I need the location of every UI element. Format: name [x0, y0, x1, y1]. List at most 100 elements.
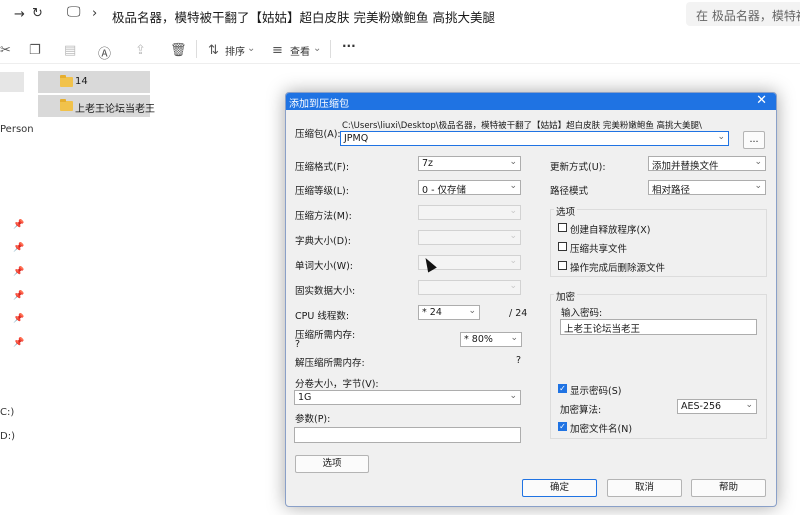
method-select[interactable]: ⌄: [418, 205, 521, 220]
volume-combo[interactable]: 1G ⌄: [294, 390, 521, 405]
chevron-down-icon: ⌄: [745, 400, 753, 410]
archive-name-combo[interactable]: JPMQ ⌄: [340, 131, 729, 146]
forward-arrow-icon[interactable]: →: [14, 8, 25, 21]
volume-label: 分卷大小，字节(V):: [295, 379, 379, 390]
copy-icon[interactable]: ❐: [29, 43, 41, 58]
sfx-checkbox[interactable]: [558, 223, 567, 232]
pin-icon: 📌: [13, 267, 25, 277]
ok-button[interactable]: 确定: [522, 479, 597, 497]
list-item[interactable]: 14: [38, 71, 150, 93]
chevron-down-icon: ⌄: [509, 256, 517, 266]
paste-icon[interactable]: ▤: [64, 43, 76, 58]
mem-label: 压缩所需内存:: [295, 330, 356, 341]
pin-icon: 📌: [13, 314, 25, 324]
solid-select[interactable]: ⌄: [418, 280, 521, 295]
dict-select[interactable]: ⌄: [418, 230, 521, 245]
password-input[interactable]: 上老王论坛当老王: [560, 319, 757, 335]
solid-label: 固实数据大小:: [295, 286, 356, 297]
chevron-down-icon: ⌄: [509, 206, 517, 216]
encryption-group-title: 加密: [554, 289, 578, 303]
format-value: 7z: [422, 158, 434, 169]
word-label: 单词大小(W):: [295, 261, 354, 272]
level-select[interactable]: 0 - 仅存储 ⌄: [418, 180, 521, 195]
chevron-down-icon: ⌄: [509, 181, 517, 191]
archive-directory: C:\Users\liuxi\Desktop\极品名器，模特被干翻了【姑姑】超白…: [342, 121, 702, 131]
sort-icon[interactable]: ⇅: [208, 43, 219, 58]
refresh-icon[interactable]: ↻: [32, 7, 43, 20]
update-value: 添加并替换文件: [652, 161, 719, 171]
folder-icon: [60, 99, 73, 111]
threads-value: * 24: [422, 307, 442, 318]
cut-icon[interactable]: ✂: [0, 43, 11, 58]
path-mode-value: 相对路径: [652, 185, 691, 195]
share-icon[interactable]: ⇪: [135, 43, 146, 58]
update-label: 更新方式(U):: [550, 162, 606, 173]
level-value: 0 - 仅存储: [422, 185, 467, 195]
shared-checkbox[interactable]: [558, 242, 567, 251]
threads-label: CPU 线程数:: [295, 311, 350, 322]
path-mode-select[interactable]: 相对路径 ⌄: [648, 180, 766, 195]
archive-name-value: JPMQ: [344, 133, 369, 144]
dict-label: 字典大小(D):: [295, 236, 351, 247]
params-label: 参数(P):: [295, 414, 331, 425]
monitor-icon[interactable]: 🖵: [67, 5, 81, 19]
nav-drive-c[interactable]: C:): [0, 407, 14, 418]
decomp-value: ?: [516, 355, 522, 366]
view-button[interactable]: 查看: [290, 43, 310, 58]
nav-item-person[interactable]: Person: [0, 124, 34, 135]
address-bar: → ↻ 🖵 › 极品名器，模特被干翻了【姑姑】超白皮肤 完美粉嫩鲍鱼 高挑大美腿…: [0, 0, 800, 30]
mem-select[interactable]: * 80% ⌄: [460, 332, 522, 347]
format-select[interactable]: 7z ⌄: [418, 156, 521, 171]
threads-total: / 24: [509, 308, 528, 319]
divider: [330, 40, 331, 58]
delete-icon[interactable]: 🗑: [170, 43, 187, 58]
chevron-down-icon: ⌄: [509, 157, 517, 167]
browse-button[interactable]: ...: [743, 131, 765, 149]
cancel-button[interactable]: 取消: [607, 479, 682, 497]
path-breadcrumb[interactable]: 极品名器，模特被干翻了【姑姑】超白皮肤 完美粉嫩鲍鱼 高挑大美腿: [112, 7, 495, 26]
password-label: 输入密码:: [561, 308, 603, 319]
mem-value: * 80%: [464, 334, 493, 345]
pin-icon: 📌: [13, 220, 25, 230]
chevron-down-icon: ⌄: [313, 43, 322, 54]
chevron-down-icon: ⌄: [509, 391, 517, 401]
command-bar: ✂ ❐ ▤ Ⓐ ⇪ 🗑 ⇅ 排序 ⌄ ≡ 查看 ⌄ ···: [0, 34, 800, 64]
rename-icon[interactable]: Ⓐ: [98, 43, 111, 62]
chevron-down-icon: ⌄: [510, 333, 518, 343]
format-label: 压缩格式(F):: [295, 162, 350, 173]
update-select[interactable]: 添加并替换文件 ⌄: [648, 156, 766, 171]
search-input[interactable]: 在 极品名器，模特被干翻: [686, 2, 800, 26]
chevron-down-icon: ⌄: [509, 231, 517, 241]
dialog-titlebar[interactable]: 添加到压缩包 ✕: [286, 93, 776, 110]
close-icon[interactable]: ✕: [756, 93, 767, 108]
delete-label: 操作完成后删除源文件: [570, 263, 666, 274]
shared-label: 压缩共享文件: [570, 244, 628, 255]
encrypt-names-checkbox[interactable]: ✓: [558, 422, 567, 431]
options-group-title: 选项: [554, 204, 578, 218]
pin-icon: 📌: [13, 243, 25, 253]
decomp-label: 解压缩所需内存:: [295, 358, 365, 369]
file-name: 上老王论坛当老王: [75, 104, 155, 115]
options-button[interactable]: 选项: [295, 455, 369, 473]
nav-drive-d[interactable]: D:): [0, 431, 15, 442]
show-password-label: 显示密码(S): [570, 386, 622, 397]
delete-checkbox[interactable]: [558, 261, 567, 270]
add-to-archive-dialog: 添加到压缩包 ✕ 压缩包(A): C:\Users\liuxi\Desktop\…: [285, 92, 777, 507]
volume-value: 1G: [298, 392, 312, 403]
threads-select[interactable]: * 24 ⌄: [418, 305, 480, 320]
encryption-method-value: AES-256: [681, 401, 722, 412]
more-button[interactable]: ···: [342, 39, 356, 53]
help-button[interactable]: 帮助: [691, 479, 766, 497]
list-item[interactable]: 上老王论坛当老王: [38, 95, 155, 117]
nav-selected-item[interactable]: [0, 72, 24, 92]
pin-icon: 📌: [13, 338, 25, 348]
encryption-method-select[interactable]: AES-256 ⌄: [677, 399, 757, 414]
file-name: 14: [75, 76, 88, 87]
archive-label: 压缩包(A):: [295, 129, 341, 140]
view-icon[interactable]: ≡: [272, 43, 283, 58]
sort-button[interactable]: 排序: [225, 43, 245, 58]
show-password-checkbox[interactable]: ✓: [558, 384, 567, 393]
params-input[interactable]: [294, 427, 521, 443]
chevron-down-icon: ⌄: [468, 306, 476, 316]
chevron-right-icon[interactable]: ›: [92, 7, 97, 20]
